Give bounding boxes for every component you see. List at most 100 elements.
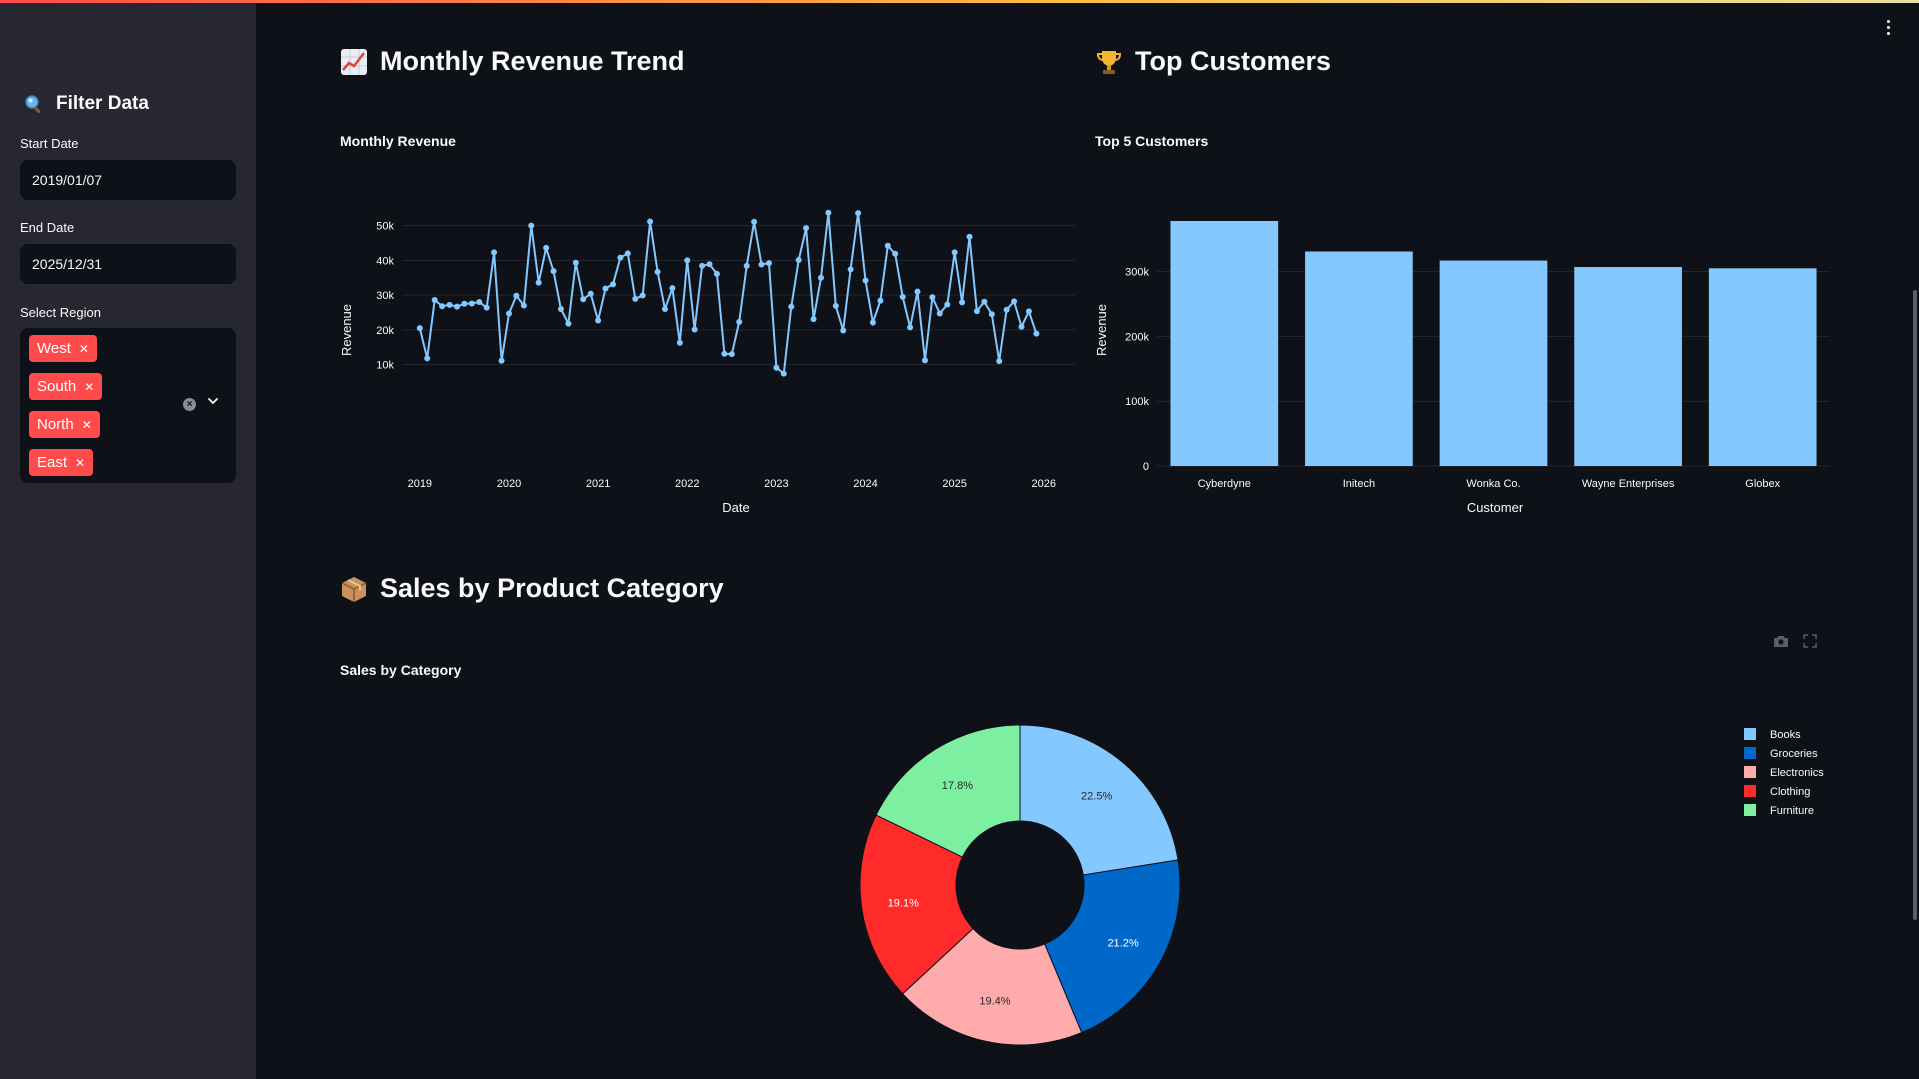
data-point[interactable] bbox=[884, 242, 891, 249]
data-point[interactable] bbox=[743, 262, 750, 269]
data-point[interactable] bbox=[639, 292, 646, 299]
data-point[interactable] bbox=[751, 218, 758, 225]
data-point[interactable] bbox=[446, 301, 453, 308]
data-point[interactable] bbox=[1018, 323, 1025, 330]
data-point[interactable] bbox=[505, 310, 512, 317]
end-date-input[interactable]: 2025/12/31 bbox=[20, 244, 236, 284]
data-point[interactable] bbox=[453, 303, 460, 310]
data-point[interactable] bbox=[780, 370, 787, 377]
data-point[interactable] bbox=[1033, 330, 1040, 337]
data-point[interactable] bbox=[572, 259, 579, 266]
data-point[interactable] bbox=[624, 250, 631, 257]
data-point[interactable] bbox=[654, 268, 661, 275]
data-point[interactable] bbox=[416, 325, 423, 332]
data-point[interactable] bbox=[803, 225, 810, 232]
data-point[interactable] bbox=[528, 222, 535, 229]
legend-label[interactable]: Furniture bbox=[1770, 805, 1814, 817]
data-point[interactable] bbox=[855, 210, 862, 217]
data-point[interactable] bbox=[595, 317, 602, 324]
region-tag-west[interactable]: West ✕ bbox=[29, 335, 97, 362]
data-point[interactable] bbox=[728, 351, 735, 358]
data-point[interactable] bbox=[676, 339, 683, 346]
chevron-down-icon[interactable] bbox=[206, 394, 220, 408]
data-point[interactable] bbox=[491, 249, 498, 256]
data-point[interactable] bbox=[609, 281, 616, 288]
bar[interactable] bbox=[1439, 260, 1548, 466]
region-multiselect[interactable]: West ✕ South ✕ North ✕ East ✕ × bbox=[20, 328, 236, 483]
data-point[interactable] bbox=[773, 364, 780, 371]
data-point[interactable] bbox=[661, 306, 668, 312]
data-point[interactable] bbox=[632, 295, 639, 302]
bar[interactable] bbox=[1574, 267, 1682, 466]
data-point[interactable] bbox=[557, 306, 564, 312]
scrollbar[interactable] bbox=[1913, 290, 1917, 920]
remove-icon[interactable]: ✕ bbox=[84, 380, 94, 394]
data-point[interactable] bbox=[847, 266, 854, 273]
data-point[interactable] bbox=[587, 290, 594, 297]
region-tag-north[interactable]: North ✕ bbox=[29, 411, 100, 438]
bar[interactable] bbox=[1708, 268, 1817, 466]
data-point[interactable] bbox=[1025, 308, 1032, 315]
data-point[interactable] bbox=[988, 311, 995, 318]
data-point[interactable] bbox=[706, 261, 713, 268]
data-point[interactable] bbox=[951, 249, 958, 256]
data-point[interactable] bbox=[565, 320, 572, 327]
data-point[interactable] bbox=[736, 318, 743, 325]
data-point[interactable] bbox=[899, 293, 906, 300]
data-point[interactable] bbox=[795, 257, 802, 264]
bar[interactable] bbox=[1170, 221, 1279, 466]
clear-all-icon[interactable]: × bbox=[183, 398, 196, 411]
data-point[interactable] bbox=[869, 319, 876, 326]
bar[interactable] bbox=[1305, 251, 1413, 466]
data-point[interactable] bbox=[907, 324, 914, 331]
data-point[interactable] bbox=[914, 288, 921, 295]
data-point[interactable] bbox=[550, 268, 557, 275]
camera-icon[interactable] bbox=[1773, 634, 1789, 653]
data-point[interactable] bbox=[647, 218, 654, 225]
data-point[interactable] bbox=[996, 358, 1003, 365]
data-point[interactable] bbox=[691, 326, 698, 333]
data-point[interactable] bbox=[921, 357, 928, 364]
data-point[interactable] bbox=[892, 250, 899, 257]
data-point[interactable] bbox=[699, 262, 706, 269]
remove-icon[interactable]: ✕ bbox=[82, 418, 92, 432]
data-point[interactable] bbox=[788, 303, 795, 310]
data-point[interactable] bbox=[765, 260, 772, 267]
line-chart[interactable]: 10k 20k 30k 40k 50k 2019 2020 2021 2022 2023 2024… bbox=[330, 200, 1085, 520]
data-point[interactable] bbox=[973, 308, 980, 315]
data-point[interactable] bbox=[669, 285, 676, 292]
data-point[interactable] bbox=[580, 296, 587, 303]
data-point[interactable] bbox=[817, 274, 824, 281]
data-point[interactable] bbox=[543, 244, 550, 251]
legend-label[interactable]: Books bbox=[1770, 729, 1801, 741]
data-point[interactable] bbox=[684, 257, 691, 264]
data-point[interactable] bbox=[810, 316, 817, 323]
data-point[interactable] bbox=[862, 277, 869, 284]
data-point[interactable] bbox=[602, 285, 609, 292]
data-point[interactable] bbox=[944, 301, 951, 308]
fullscreen-icon[interactable] bbox=[1803, 634, 1817, 653]
legend-label[interactable]: Groceries bbox=[1770, 748, 1818, 760]
remove-icon[interactable]: ✕ bbox=[75, 456, 85, 470]
data-point[interactable] bbox=[439, 303, 446, 310]
data-point[interactable] bbox=[840, 327, 847, 334]
data-point[interactable] bbox=[981, 298, 988, 305]
data-point[interactable] bbox=[535, 279, 542, 286]
data-point[interactable] bbox=[483, 304, 490, 311]
data-point[interactable] bbox=[520, 302, 527, 309]
data-point[interactable] bbox=[959, 299, 966, 306]
data-point[interactable] bbox=[461, 300, 468, 307]
data-point[interactable] bbox=[424, 355, 431, 362]
legend-label[interactable]: Clothing bbox=[1770, 786, 1810, 798]
region-tag-south[interactable]: South ✕ bbox=[29, 373, 103, 400]
remove-icon[interactable]: ✕ bbox=[79, 342, 89, 356]
data-point[interactable] bbox=[936, 310, 943, 317]
legend-label[interactable]: Electronics bbox=[1770, 767, 1824, 779]
region-tag-east[interactable]: East ✕ bbox=[29, 449, 94, 476]
data-point[interactable] bbox=[476, 299, 483, 306]
legend-swatch[interactable] bbox=[1744, 785, 1756, 797]
data-point[interactable] bbox=[1011, 298, 1018, 305]
data-point[interactable] bbox=[513, 292, 520, 299]
start-date-input[interactable]: 2019/01/07 bbox=[20, 160, 236, 200]
data-point[interactable] bbox=[877, 297, 884, 304]
